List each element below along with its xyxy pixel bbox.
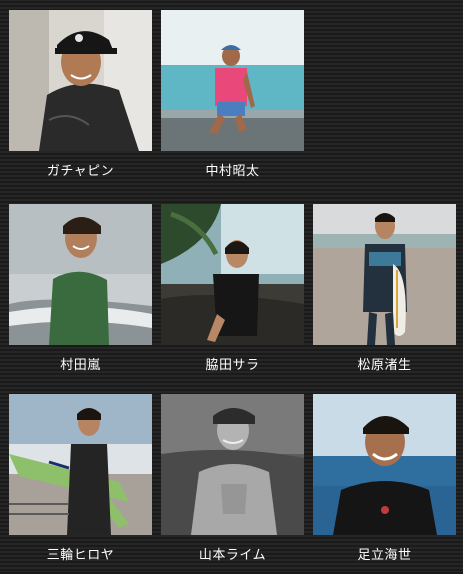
member-photo-3[interactable] xyxy=(9,204,152,345)
member-photo-8[interactable] xyxy=(313,394,456,535)
member-photo-7[interactable] xyxy=(161,394,304,535)
member-name: 脇田サラ xyxy=(205,358,260,373)
portrait-image xyxy=(9,10,152,151)
portrait-image xyxy=(161,204,304,345)
member-name: 山本ライム xyxy=(198,548,267,563)
member-name: ガチャピン xyxy=(46,164,115,179)
member-photo-6[interactable] xyxy=(9,394,152,535)
portrait-image xyxy=(161,10,304,151)
member-card-6[interactable]: 三輪ヒロヤ xyxy=(9,394,152,574)
member-card-7[interactable]: 山本ライム xyxy=(161,394,304,574)
portrait-image xyxy=(313,394,456,535)
member-photo-5[interactable] xyxy=(313,204,456,345)
member-card-8[interactable]: 足立海世 xyxy=(313,394,456,574)
member-card-2[interactable]: 中村昭太 xyxy=(161,10,304,190)
member-name: 足立海世 xyxy=(357,548,412,563)
member-card-1[interactable]: ガチャピン xyxy=(9,10,152,190)
member-photo-4[interactable] xyxy=(161,204,304,345)
portrait-image xyxy=(9,204,152,345)
portrait-image xyxy=(161,394,304,535)
portrait-image xyxy=(313,204,456,345)
portrait-image xyxy=(9,394,152,535)
member-card-3[interactable]: 村田嵐 xyxy=(9,204,152,384)
member-photo-2[interactable] xyxy=(161,10,304,151)
member-photo-1[interactable] xyxy=(9,10,152,151)
member-name: 松原渚生 xyxy=(357,358,412,373)
member-name: 中村昭太 xyxy=(205,164,260,179)
member-card-4[interactable]: 脇田サラ xyxy=(161,204,304,384)
member-name: 三輪ヒロヤ xyxy=(46,548,115,563)
member-name: 村田嵐 xyxy=(60,358,101,373)
member-card-5[interactable]: 松原渚生 xyxy=(313,204,456,384)
